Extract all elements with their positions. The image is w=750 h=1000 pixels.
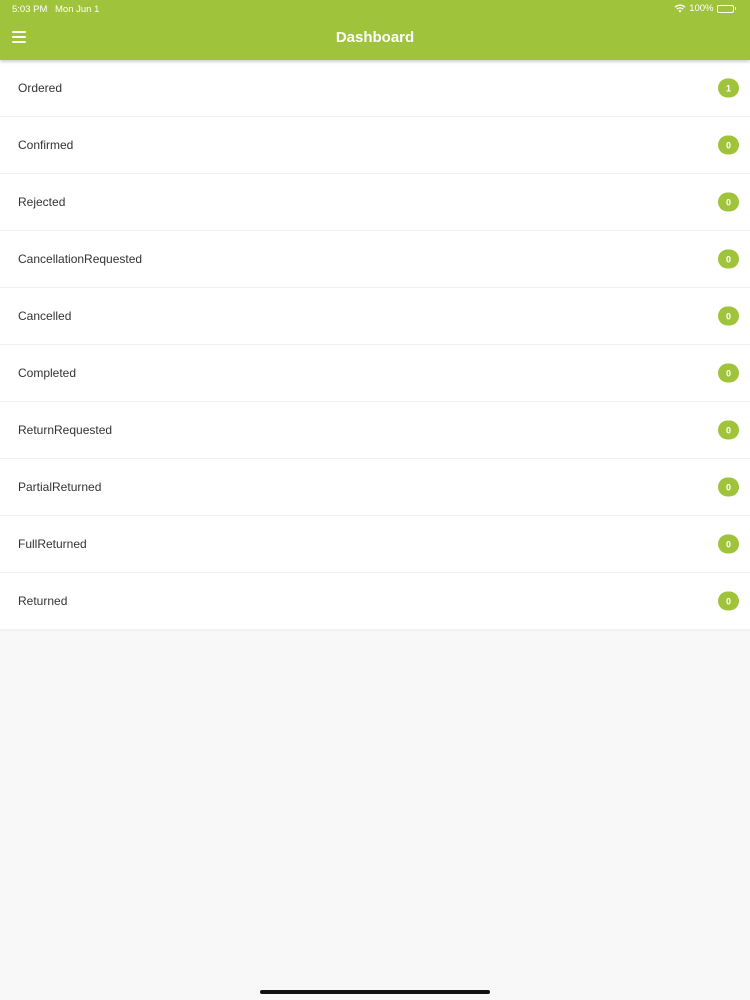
home-indicator[interactable]	[260, 990, 490, 994]
item-label: Completed	[18, 366, 77, 380]
list-item-partial-returned[interactable]: PartialReturned 0	[0, 459, 750, 516]
count-badge: 1	[718, 78, 739, 98]
status-time: 5:03 PM	[12, 4, 48, 15]
count-badge: 0	[718, 306, 739, 326]
list-item-return-requested[interactable]: ReturnRequested 0	[0, 402, 750, 459]
item-label: Ordered	[18, 81, 63, 95]
item-label: Returned	[18, 594, 68, 608]
count-badge: 0	[718, 534, 739, 554]
order-status-list: Ordered 1 Confirmed 0 Rejected 0 Cancell…	[0, 60, 750, 630]
item-label: Confirmed	[18, 138, 74, 152]
item-label: ReturnRequested	[18, 423, 113, 437]
status-bar: 5:03 PM Mon Jun 1 100%	[0, 0, 750, 18]
count-badge: 0	[718, 591, 739, 611]
list-item-ordered[interactable]: Ordered 1	[0, 60, 750, 117]
app-header: 5:03 PM Mon Jun 1 100% Dashboard	[0, 0, 750, 60]
count-badge: 0	[718, 192, 739, 212]
list-item-confirmed[interactable]: Confirmed 0	[0, 117, 750, 174]
wifi-icon	[674, 4, 686, 13]
count-badge: 0	[718, 135, 739, 155]
list-item-completed[interactable]: Completed 0	[0, 345, 750, 402]
count-badge: 0	[718, 420, 739, 440]
count-badge: 0	[718, 477, 739, 497]
item-label: Cancelled	[18, 309, 72, 323]
item-label: PartialReturned	[18, 480, 102, 494]
list-item-full-returned[interactable]: FullReturned 0	[0, 516, 750, 573]
list-item-rejected[interactable]: Rejected 0	[0, 174, 750, 231]
item-label: FullReturned	[18, 537, 87, 551]
page-title: Dashboard	[335, 29, 415, 46]
battery-percentage: 100%	[689, 3, 714, 14]
status-date: Mon Jun 1	[55, 4, 100, 15]
dashboard-screen: 5:03 PM Mon Jun 1 100% Dashboard Ordered…	[0, 0, 750, 1000]
list-item-returned[interactable]: Returned 0	[0, 573, 750, 630]
count-badge: 0	[718, 249, 739, 269]
battery-icon	[716, 4, 736, 13]
count-badge: 0	[718, 363, 739, 383]
item-label: CancellationRequested	[18, 252, 143, 266]
status-indicators: 100%	[674, 3, 736, 14]
item-label: Rejected	[18, 195, 66, 209]
list-item-cancellation-requested[interactable]: CancellationRequested 0	[0, 231, 750, 288]
list-item-cancelled[interactable]: Cancelled 0	[0, 288, 750, 345]
